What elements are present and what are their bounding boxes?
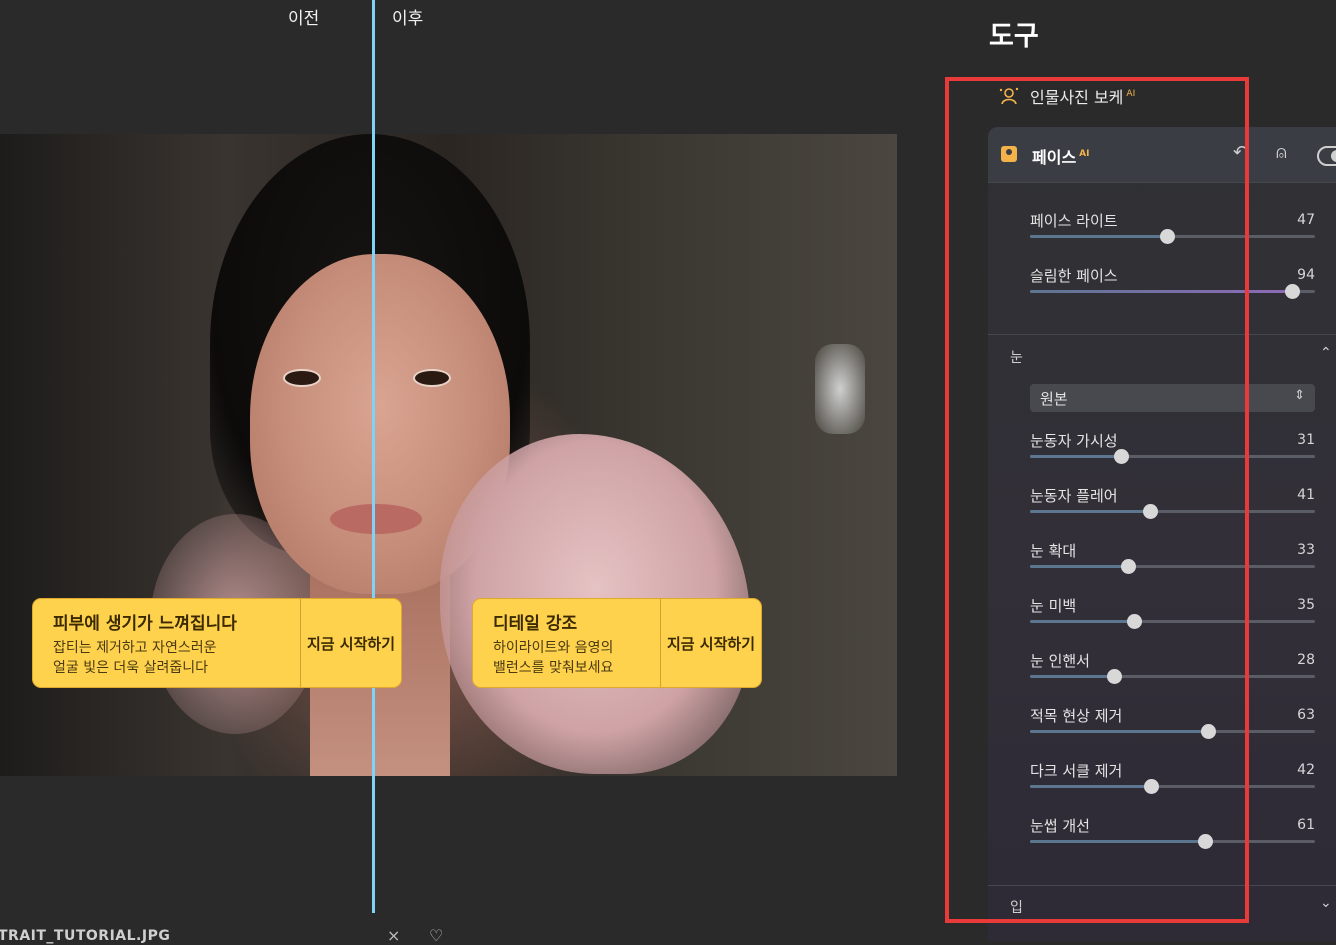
promo-desc-line1: 잡티는 제거하고 자연스러운 xyxy=(53,640,217,656)
file-name: TRAIT_TUTORIAL.JPG xyxy=(0,928,171,944)
face-toggle[interactable] xyxy=(1317,146,1336,166)
promo-desc-line2: 밸런스를 맞춰보세요 xyxy=(493,660,614,676)
slider-value: 33 xyxy=(1297,542,1315,558)
promo-card-skin: 피부에 생기가 느껴집니다 잡티는 제거하고 자연스러운 얼굴 빛은 더욱 살려… xyxy=(32,598,402,688)
promo-title: 디테일 강조 xyxy=(493,614,578,634)
start-now-button[interactable]: 지금 시작하기 xyxy=(299,599,401,687)
chevron-updown-icon: ⇕ xyxy=(1294,388,1305,403)
compare-divider[interactable] xyxy=(372,0,375,913)
slider-value: 42 xyxy=(1297,762,1315,778)
slider-value: 61 xyxy=(1297,817,1315,833)
lips xyxy=(330,504,422,534)
tools-title: 도구 xyxy=(989,21,1039,52)
brush-icon[interactable]: ⍝ xyxy=(1276,142,1287,163)
slider-value: 47 xyxy=(1297,212,1315,228)
slider-value: 31 xyxy=(1297,432,1315,448)
left-eye xyxy=(283,369,321,387)
chevron-up-icon[interactable]: ⌃ xyxy=(1320,345,1332,361)
slider-value: 41 xyxy=(1297,487,1315,503)
slider-value: 63 xyxy=(1297,707,1315,723)
slider-value: 94 xyxy=(1297,267,1315,283)
promo-title: 피부에 생기가 느껴집니다 xyxy=(53,614,237,634)
after-label: 이후 xyxy=(392,9,424,29)
slider-knob[interactable] xyxy=(1285,284,1301,299)
chevron-down-icon[interactable]: ⌄ xyxy=(1320,895,1332,911)
highlight-frame xyxy=(945,77,1249,923)
start-now-button[interactable]: 지금 시작하기 xyxy=(659,599,761,687)
heart-icon[interactable]: ♡ xyxy=(429,926,443,945)
background-window-light xyxy=(815,344,865,434)
promo-card-detail: 디테일 강조 하이라이트와 음영의 밸런스를 맞춰보세요 지금 시작하기 xyxy=(472,598,762,688)
right-eye xyxy=(413,369,451,387)
promo-desc-line1: 하이라이트와 음영의 xyxy=(493,640,614,656)
slider-value: 28 xyxy=(1297,652,1315,668)
close-icon[interactable]: × xyxy=(387,926,400,945)
before-label: 이전 xyxy=(288,9,320,29)
promo-desc-line2: 얼굴 빛은 더욱 살려줍니다 xyxy=(53,660,209,676)
slider-value: 35 xyxy=(1297,597,1315,613)
